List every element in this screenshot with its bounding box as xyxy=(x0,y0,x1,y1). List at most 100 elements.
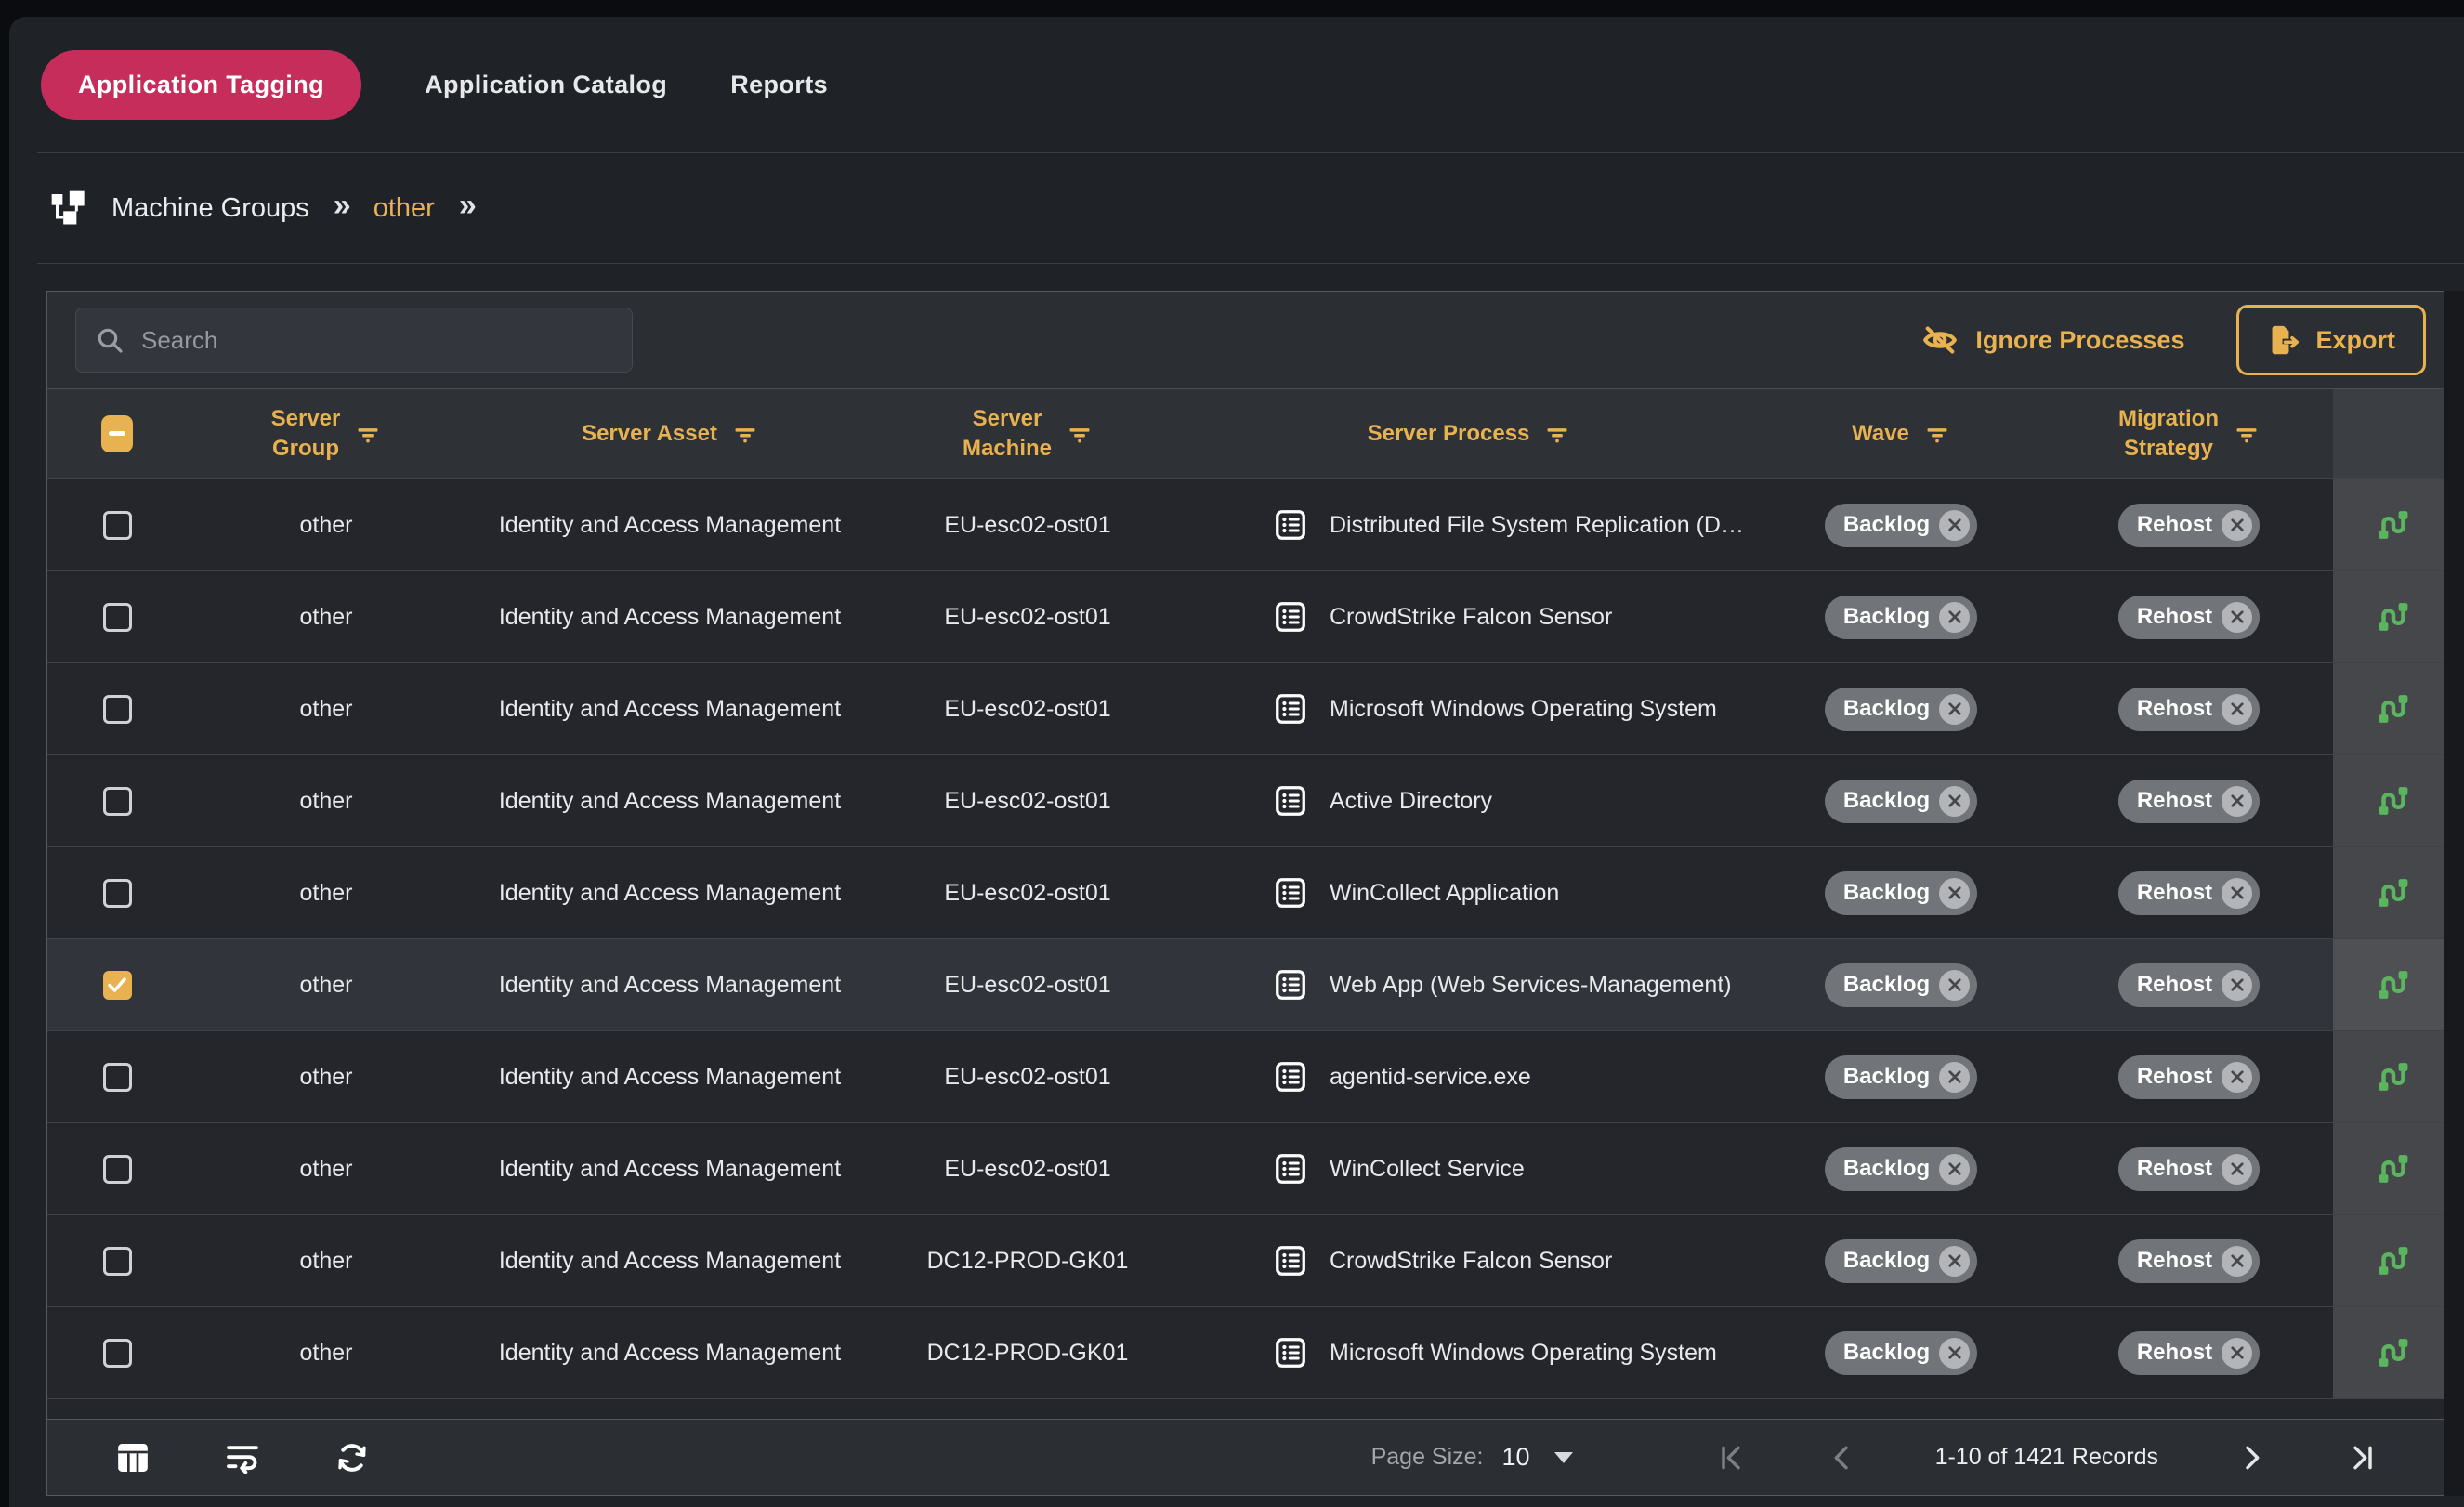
wave-chip[interactable]: Backlog xyxy=(1825,1331,1977,1375)
chip-remove-icon[interactable] xyxy=(1939,1154,1970,1185)
connection-mapping-icon[interactable] xyxy=(2374,597,2413,636)
connection-mapping-icon[interactable] xyxy=(2374,965,2413,1004)
column-settings-icon[interactable] xyxy=(114,1439,151,1476)
chip-remove-icon[interactable] xyxy=(2222,1154,2252,1185)
table-row[interactable]: other Identity and Access Management EU-… xyxy=(47,662,2454,754)
filter-icon[interactable] xyxy=(1544,421,1570,447)
row-checkbox[interactable] xyxy=(103,971,132,1000)
chip-remove-icon[interactable] xyxy=(1939,1062,1970,1093)
chip-remove-icon[interactable] xyxy=(2222,1338,2252,1369)
strategy-chip[interactable]: Rehost xyxy=(2118,1239,2260,1283)
strategy-chip[interactable]: Rehost xyxy=(2118,1147,2260,1191)
row-checkbox[interactable] xyxy=(103,1247,132,1276)
row-checkbox[interactable] xyxy=(103,511,132,540)
connection-mapping-icon[interactable] xyxy=(2374,873,2413,912)
header-server-asset[interactable]: Server Asset xyxy=(465,389,874,478)
connection-mapping-icon[interactable] xyxy=(2374,1241,2413,1280)
chip-remove-icon[interactable] xyxy=(1939,510,1970,541)
table-row[interactable]: other Identity and Access Management EU-… xyxy=(47,1030,2454,1122)
chip-remove-icon[interactable] xyxy=(2222,694,2252,725)
wave-chip[interactable]: Backlog xyxy=(1825,1239,1977,1283)
header-server-group[interactable]: Server Group xyxy=(187,389,465,478)
header-migration-strategy[interactable]: Migration Strategy xyxy=(2045,389,2333,478)
chip-remove-icon[interactable] xyxy=(2222,1062,2252,1093)
tab-reports[interactable]: Reports xyxy=(730,71,828,99)
row-checkbox[interactable] xyxy=(103,1339,132,1368)
chip-remove-icon[interactable] xyxy=(1939,1338,1970,1369)
table-row[interactable]: other Identity and Access Management EU-… xyxy=(47,754,2454,846)
tab-application-tagging[interactable]: Application Tagging xyxy=(41,50,361,120)
chip-remove-icon[interactable] xyxy=(2222,786,2252,817)
wave-chip[interactable]: Backlog xyxy=(1825,504,1977,547)
wave-chip[interactable]: Backlog xyxy=(1825,871,1977,915)
filter-icon[interactable] xyxy=(732,421,758,447)
wave-chip[interactable]: Backlog xyxy=(1825,688,1977,731)
row-checkbox[interactable] xyxy=(103,787,132,816)
table-row[interactable]: other Identity and Access Management DC1… xyxy=(47,1214,2454,1306)
table-row[interactable]: other Identity and Access Management EU-… xyxy=(47,1122,2454,1214)
table-row[interactable]: other Identity and Access Management DC1… xyxy=(47,1306,2454,1398)
wave-chip[interactable]: Backlog xyxy=(1825,1055,1977,1099)
row-checkbox[interactable] xyxy=(103,603,132,632)
table-row[interactable]: other Identity and Access Management EU-… xyxy=(47,478,2454,570)
connection-mapping-icon[interactable] xyxy=(2374,781,2413,820)
chip-remove-icon[interactable] xyxy=(1939,786,1970,817)
chip-remove-icon[interactable] xyxy=(1939,878,1970,909)
row-checkbox[interactable] xyxy=(103,879,132,908)
connection-mapping-icon[interactable] xyxy=(2374,1149,2413,1188)
chip-remove-icon[interactable] xyxy=(1939,694,1970,725)
chip-remove-icon[interactable] xyxy=(2222,970,2252,1001)
strategy-chip[interactable]: Rehost xyxy=(2118,688,2260,731)
table-row[interactable]: other Identity and Access Management EU-… xyxy=(47,938,2454,1030)
first-page-button[interactable] xyxy=(1675,1443,1787,1473)
page-size-dropdown-icon[interactable] xyxy=(1554,1452,1573,1463)
connection-mapping-icon[interactable] xyxy=(2374,1057,2413,1096)
previous-page-button[interactable] xyxy=(1787,1443,1898,1473)
wave-chip[interactable]: Backlog xyxy=(1825,596,1977,639)
select-all-checkbox[interactable] xyxy=(101,415,133,452)
table-row[interactable]: other Identity and Access Management EU-… xyxy=(47,570,2454,662)
chip-remove-icon[interactable] xyxy=(2222,510,2252,541)
connection-mapping-icon[interactable] xyxy=(2374,689,2413,728)
wave-chip[interactable]: Backlog xyxy=(1825,780,1977,823)
page-size-value[interactable]: 10 xyxy=(1502,1443,1530,1472)
search-box[interactable] xyxy=(75,308,633,373)
chip-remove-icon[interactable] xyxy=(2222,602,2252,633)
connection-mapping-icon[interactable] xyxy=(2374,505,2413,544)
breadcrumb-machine-groups[interactable]: Machine Groups xyxy=(111,193,309,224)
filter-icon[interactable] xyxy=(1924,421,1950,447)
strategy-chip[interactable]: Rehost xyxy=(2118,871,2260,915)
refresh-icon[interactable] xyxy=(334,1439,371,1476)
wave-chip[interactable]: Backlog xyxy=(1825,963,1977,1007)
strategy-chip[interactable]: Rehost xyxy=(2118,596,2260,639)
chip-remove-icon[interactable] xyxy=(1939,1246,1970,1277)
connection-mapping-icon[interactable] xyxy=(2374,1333,2413,1372)
scrollbar-track[interactable] xyxy=(2444,291,2464,1496)
search-input[interactable] xyxy=(141,326,613,355)
table-row[interactable]: other Identity and Access Management EU-… xyxy=(47,846,2454,938)
row-checkbox[interactable] xyxy=(103,695,132,724)
export-button[interactable]: Export xyxy=(2236,305,2426,375)
row-checkbox[interactable] xyxy=(103,1063,132,1092)
wrap-text-icon[interactable] xyxy=(224,1439,261,1476)
strategy-chip[interactable]: Rehost xyxy=(2118,504,2260,547)
chip-remove-icon[interactable] xyxy=(1939,602,1970,633)
ignore-processes-button[interactable]: Ignore Processes xyxy=(1921,321,2184,359)
row-checkbox[interactable] xyxy=(103,1155,132,1184)
breadcrumb-other[interactable]: other xyxy=(374,193,435,224)
last-page-button[interactable] xyxy=(2307,1443,2418,1473)
wave-chip[interactable]: Backlog xyxy=(1825,1147,1977,1191)
chip-remove-icon[interactable] xyxy=(2222,1246,2252,1277)
strategy-chip[interactable]: Rehost xyxy=(2118,963,2260,1007)
header-server-process[interactable]: Server Process xyxy=(1181,389,1757,478)
strategy-chip[interactable]: Rehost xyxy=(2118,780,2260,823)
header-server-machine[interactable]: Server Machine xyxy=(874,389,1181,478)
strategy-chip[interactable]: Rehost xyxy=(2118,1055,2260,1099)
strategy-chip[interactable]: Rehost xyxy=(2118,1331,2260,1375)
chip-remove-icon[interactable] xyxy=(1939,970,1970,1001)
filter-icon[interactable] xyxy=(355,421,381,447)
header-wave[interactable]: Wave xyxy=(1757,389,2045,478)
filter-icon[interactable] xyxy=(1067,421,1093,447)
next-page-button[interactable] xyxy=(2195,1443,2307,1473)
chip-remove-icon[interactable] xyxy=(2222,878,2252,909)
